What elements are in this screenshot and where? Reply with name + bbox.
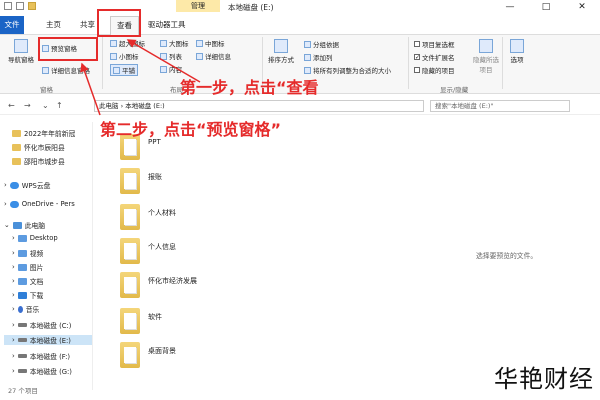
step-two-annotation: 第二步，点击“预览窗格” [100,120,282,139]
annotation-arrows [80,39,201,116]
step-one-annotation: 第一步，点击“查看 [180,78,319,97]
watermark: 华艳财经 [494,365,594,393]
